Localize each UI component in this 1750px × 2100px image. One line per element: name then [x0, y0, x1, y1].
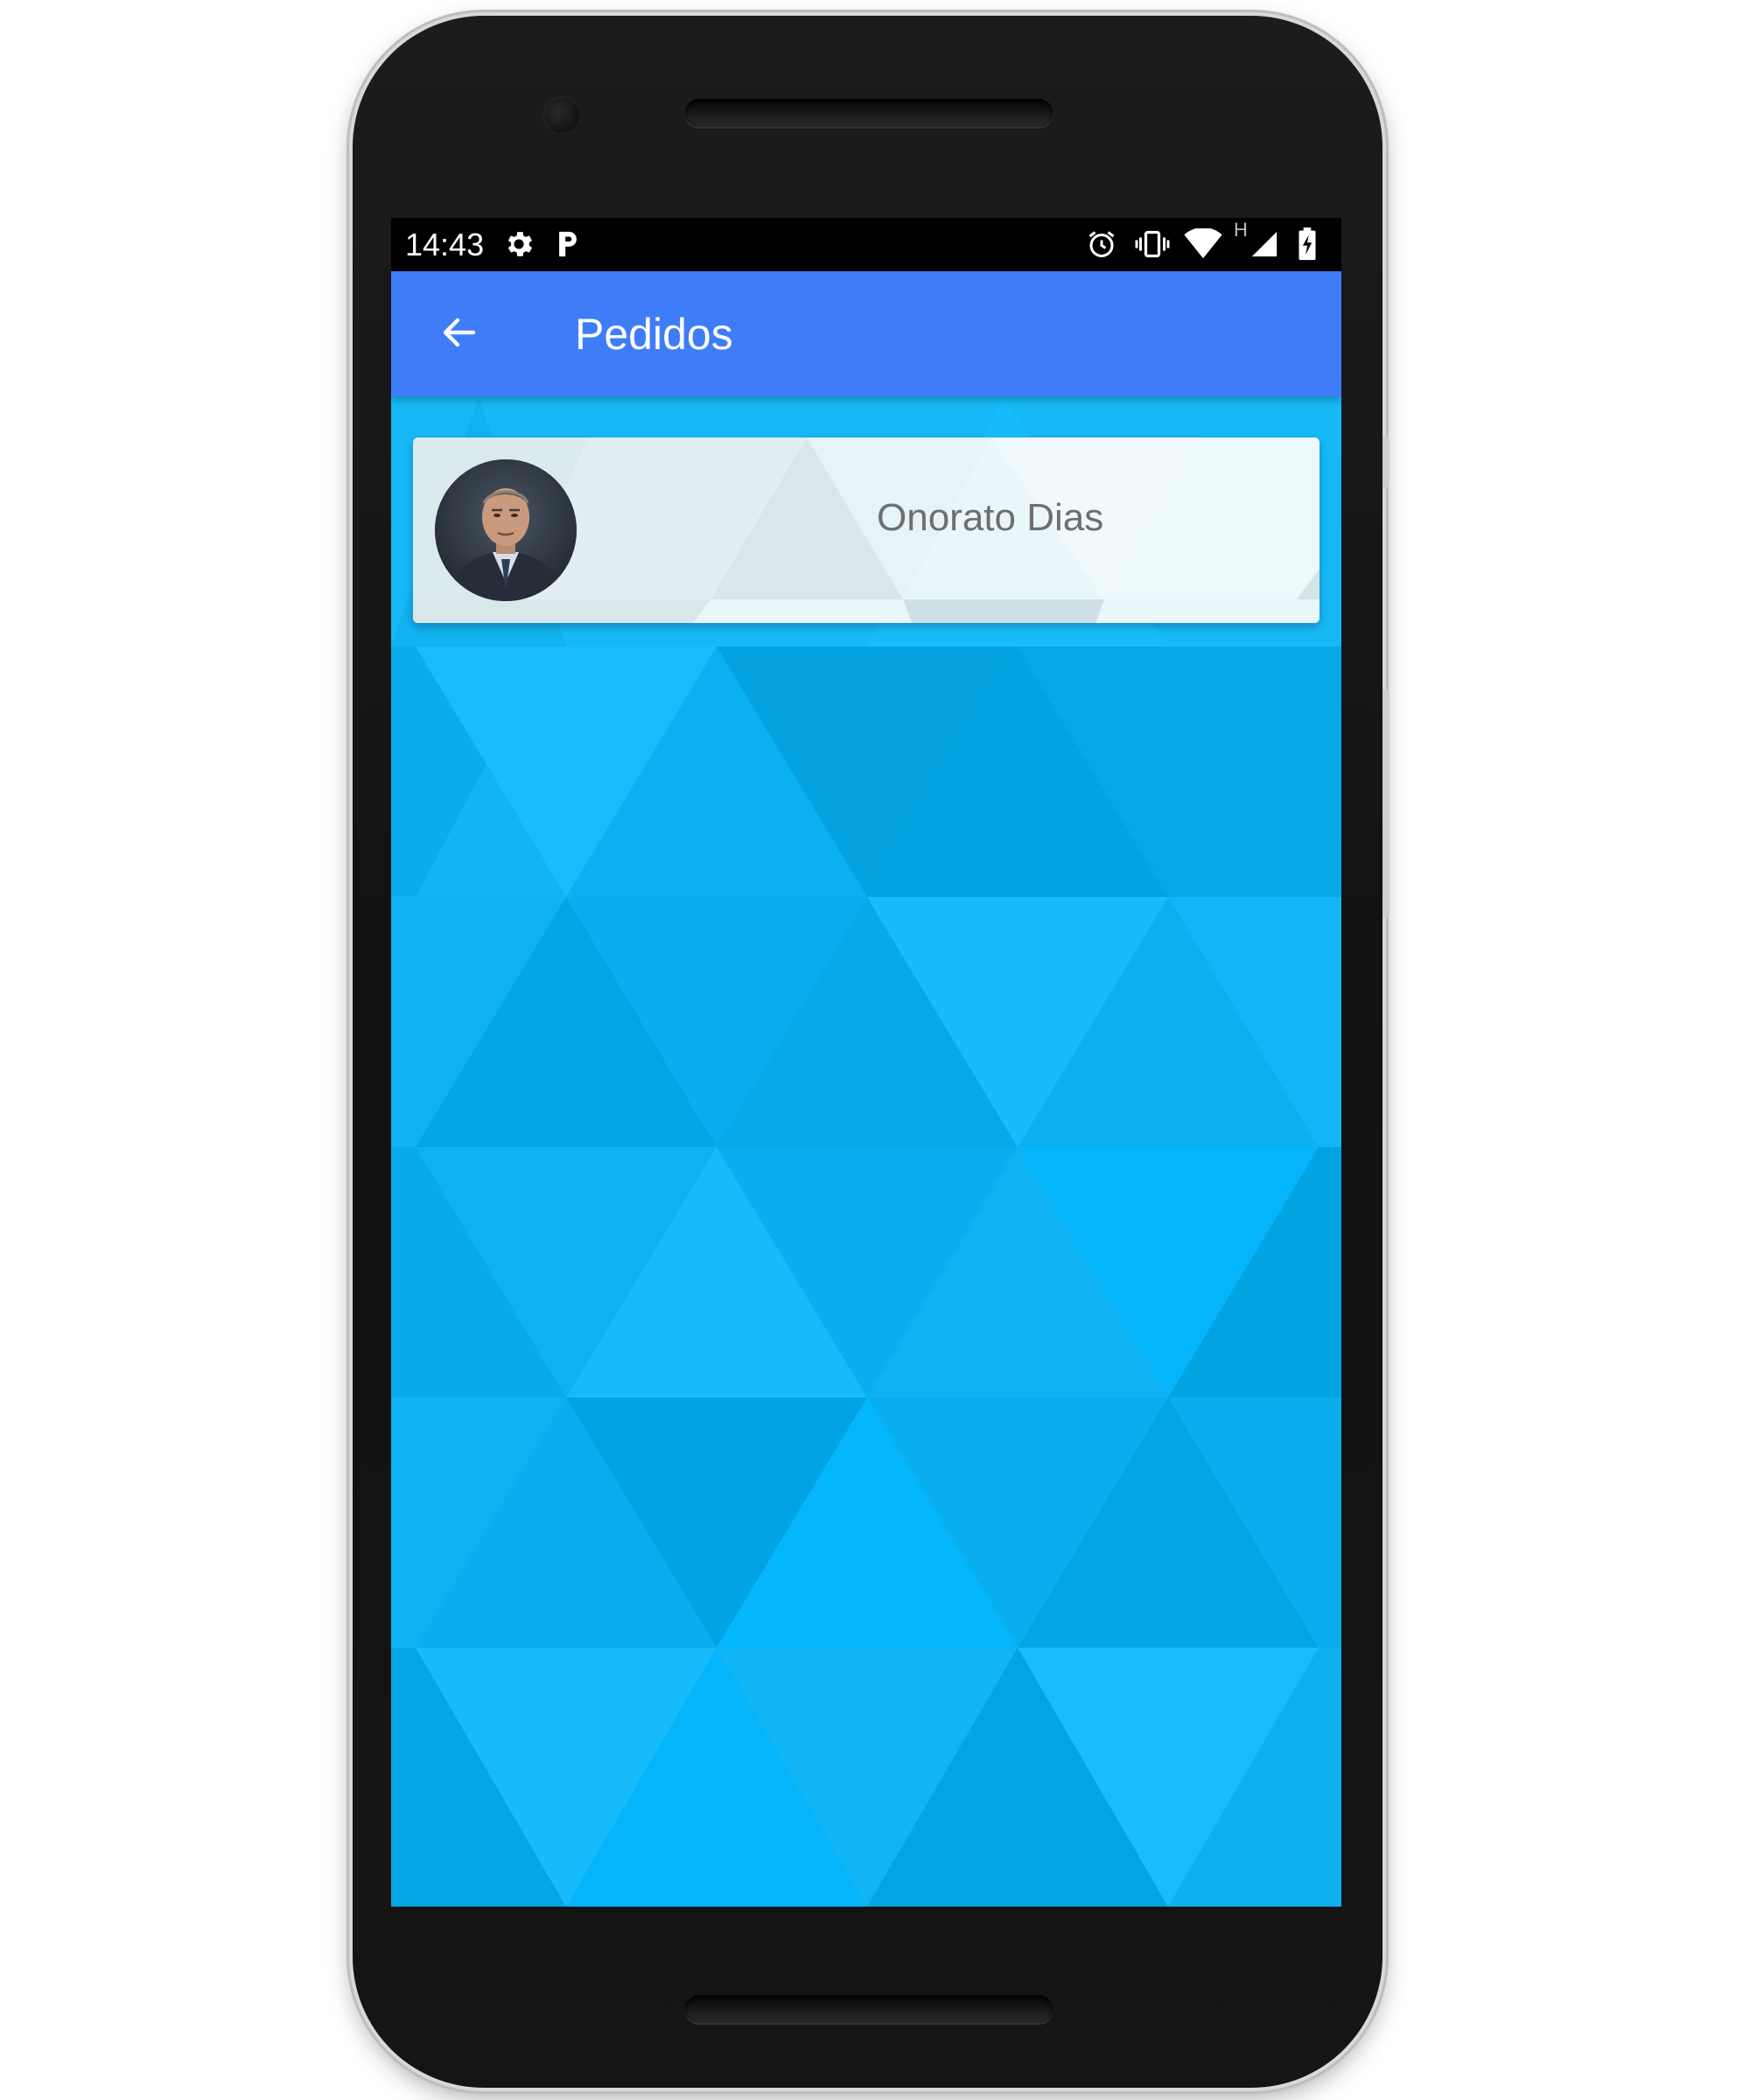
app-bar: Pedidos: [391, 271, 1341, 396]
alarm-icon: [1082, 225, 1121, 263]
settings-gear-icon: [500, 225, 538, 263]
profile-photo: [435, 459, 577, 601]
status-time: 14:43: [405, 227, 485, 262]
list-item[interactable]: Onorato Dias: [413, 438, 1320, 623]
wifi-icon: [1182, 225, 1224, 263]
parking-app-icon: [550, 225, 585, 263]
bottom-speaker: [685, 1995, 1053, 2023]
battery-charging-icon: [1294, 225, 1320, 263]
list-item-name: Onorato Dias: [877, 496, 1104, 539]
front-camera: [542, 96, 581, 135]
vibrate-icon: [1131, 225, 1173, 263]
device-mockup: 14:43 H Pedidos Onorato Dias: [0, 0, 1750, 2100]
volume-button: [1382, 436, 1390, 488]
top-speaker: [685, 99, 1053, 127]
page-title: Pedidos: [575, 310, 733, 359]
cell-signal-icon: [1247, 225, 1282, 263]
screen: 14:43 H Pedidos Onorato Dias: [391, 218, 1341, 1907]
back-button[interactable]: [435, 310, 484, 359]
side-button: [1382, 690, 1390, 917]
status-bar: 14:43 H: [391, 218, 1341, 271]
avatar: [435, 459, 577, 601]
arrow-back-icon: [438, 312, 480, 358]
